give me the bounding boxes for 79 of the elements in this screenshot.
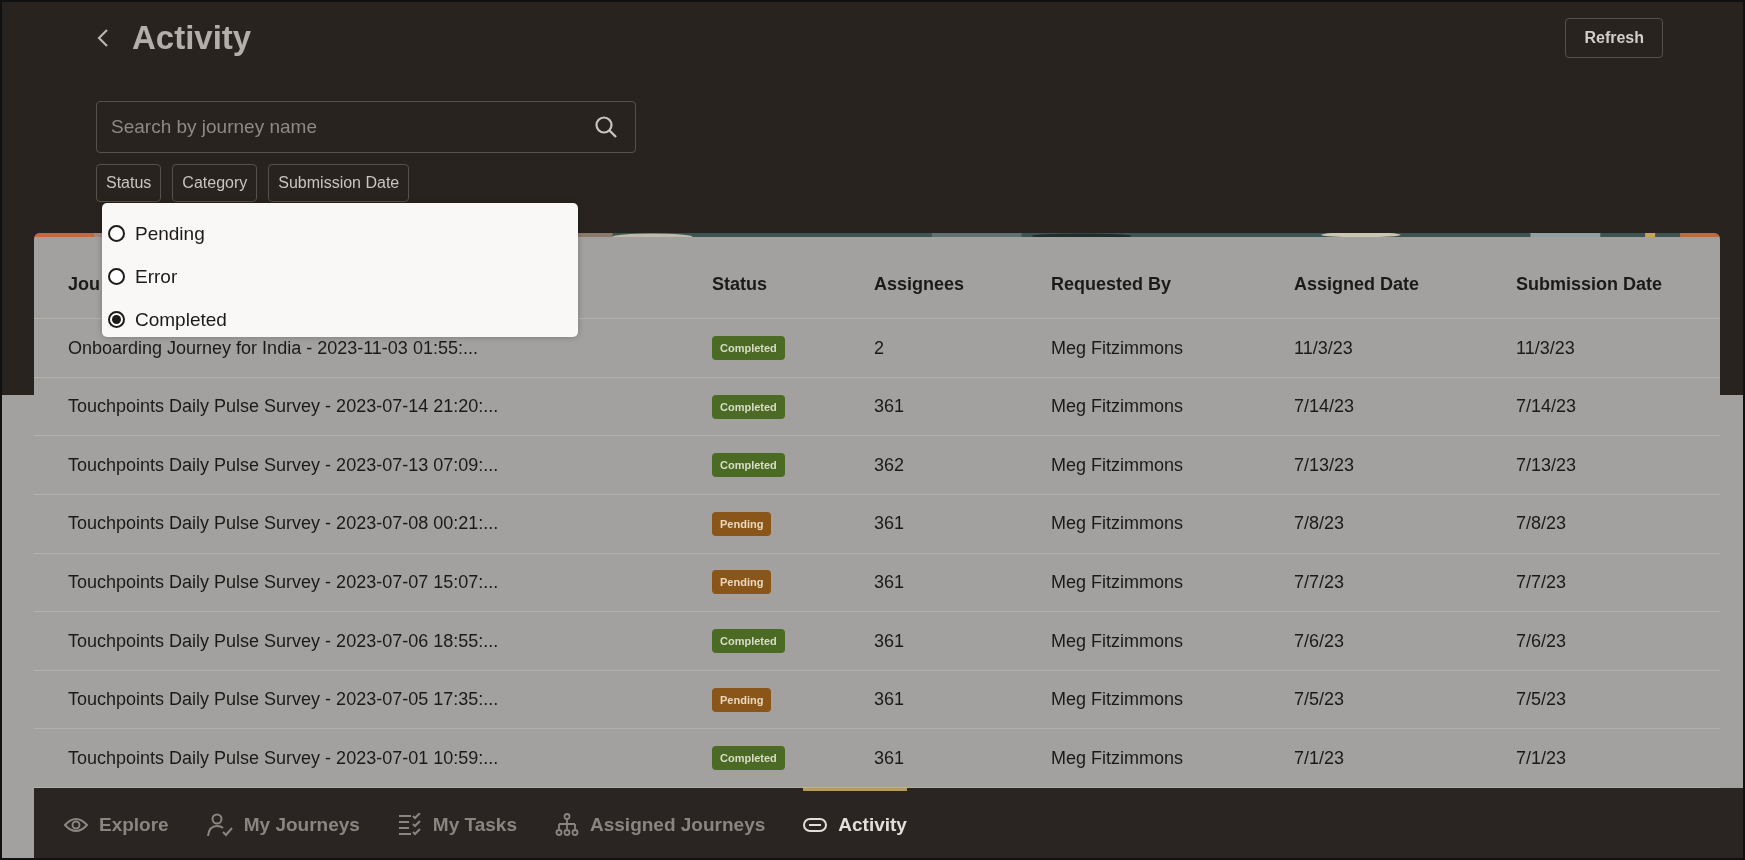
filter-chip[interactable]: Category xyxy=(172,164,258,202)
column-header: Assignees xyxy=(874,274,965,295)
table-cell-text: 361 xyxy=(873,571,906,593)
table-cell-text: Meg Fitzimmons xyxy=(1050,689,1185,711)
table-cell-text: 7/8/23 xyxy=(1515,513,1568,535)
eye-icon xyxy=(64,815,88,834)
search-icon[interactable] xyxy=(594,115,618,139)
table-cell-text: Meg Fitzimmons xyxy=(1050,396,1185,418)
table-cell-text: 7/1/23 xyxy=(1293,747,1346,769)
back-icon[interactable] xyxy=(96,28,110,48)
status-badge: Completed xyxy=(712,453,785,478)
table-cell-text: 7/8/23 xyxy=(1293,513,1346,535)
option-label: Error xyxy=(135,265,178,288)
table-cell-text: 7/1/23 xyxy=(1515,747,1568,769)
nav-tab[interactable]: My Journeys xyxy=(206,788,360,858)
table-cell-text: Meg Fitzimmons xyxy=(1050,630,1185,652)
table-cell-text: Touchpoints Daily Pulse Survey - 2023-07-14 21:20:... xyxy=(67,396,500,418)
nav-tab[interactable]: Explore xyxy=(64,788,169,858)
table-cell-text: 11/3/23 xyxy=(1515,337,1576,359)
table-cell-text: 7/13/23 xyxy=(1515,454,1578,476)
table-cell-text: 7/7/23 xyxy=(1293,571,1346,593)
status-option[interactable]: Error xyxy=(102,255,578,298)
table-cell-text: Meg Fitzimmons xyxy=(1050,337,1185,359)
filter-chip[interactable]: Submission Date xyxy=(268,164,410,202)
table-cell-text: Meg Fitzimmons xyxy=(1050,747,1185,769)
table-cell-text: Touchpoints Daily Pulse Survey - 2023-07-01 10:59:... xyxy=(67,747,500,769)
table-cell-text: 7/13/23 xyxy=(1293,454,1356,476)
table-cell-text: 361 xyxy=(873,747,906,769)
table-cell-text: 361 xyxy=(873,689,906,711)
table-cell-text: Touchpoints Daily Pulse Survey - 2023-07-13 07:09:... xyxy=(67,454,500,476)
table-cell-text: 7/5/23 xyxy=(1293,689,1346,711)
table-cell-text: 7/14/23 xyxy=(1293,396,1356,418)
table-cell-text: 2 xyxy=(873,337,885,359)
filter-chip[interactable]: Status xyxy=(96,164,162,202)
person-check-icon xyxy=(206,812,233,837)
status-option[interactable]: Pending xyxy=(102,212,578,255)
column-header: Status xyxy=(712,274,767,295)
table-cell-text: Meg Fitzimmons xyxy=(1050,571,1185,593)
table-cell-text: 361 xyxy=(873,630,906,652)
radio-button[interactable] xyxy=(108,225,125,242)
nav-tab[interactable]: My Tasks xyxy=(397,788,517,858)
table-cell-text: 362 xyxy=(873,454,906,476)
radio-button[interactable] xyxy=(108,268,125,285)
table-cell-text: Touchpoints Daily Pulse Survey - 2023-07-05 17:35:... xyxy=(67,689,500,711)
table-cell-text: 7/14/23 xyxy=(1515,396,1578,418)
table-cell-text: Meg Fitzimmons xyxy=(1050,454,1185,476)
status-badge: Completed xyxy=(712,394,785,419)
refresh-button[interactable]: Refresh xyxy=(1565,18,1663,58)
checklist-icon xyxy=(397,812,422,837)
pill-icon xyxy=(803,817,828,832)
table-cell-text: 7/7/23 xyxy=(1515,571,1568,593)
table-cell-text: 7/5/23 xyxy=(1515,689,1568,711)
hierarchy-icon xyxy=(555,812,579,837)
status-badge: Completed xyxy=(712,629,785,653)
option-label: Completed xyxy=(135,308,227,331)
table-cell-text: 7/6/23 xyxy=(1293,630,1346,652)
table-cell-text: Touchpoints Daily Pulse Survey - 2023-07-06 18:55:... xyxy=(67,630,500,652)
radio-button[interactable] xyxy=(108,311,125,328)
table-cell-text: 361 xyxy=(873,513,906,535)
status-badge: Pending xyxy=(712,570,772,595)
column-header: Submission Date xyxy=(1516,274,1663,295)
nav-tab[interactable]: Activity xyxy=(803,788,907,858)
table-cell-text: 11/3/23 xyxy=(1293,337,1354,359)
table-cell-text: Meg Fitzimmons xyxy=(1050,513,1185,535)
column-header: Assigned Date xyxy=(1294,274,1420,295)
status-badge: Completed xyxy=(712,336,785,361)
column-header: Jou xyxy=(68,274,100,295)
table-cell-text: 7/6/23 xyxy=(1515,630,1568,652)
nav-tab[interactable]: Assigned Journeys xyxy=(555,788,766,858)
status-badge: Completed xyxy=(712,746,785,771)
table-cell-text: 361 xyxy=(873,396,906,418)
status-badge: Pending xyxy=(712,511,772,536)
table-cell-text: Touchpoints Daily Pulse Survey - 2023-07-08 00:21:... xyxy=(67,513,500,535)
table-cell-text: Touchpoints Daily Pulse Survey - 2023-07-07 15:07:... xyxy=(67,571,500,593)
column-header: Requested By xyxy=(1051,274,1172,295)
search-field[interactable]: Search by journey name xyxy=(96,101,636,153)
option-label: Pending xyxy=(135,222,205,245)
status-badge: Pending xyxy=(712,687,772,712)
page-title: Activity xyxy=(132,19,252,57)
